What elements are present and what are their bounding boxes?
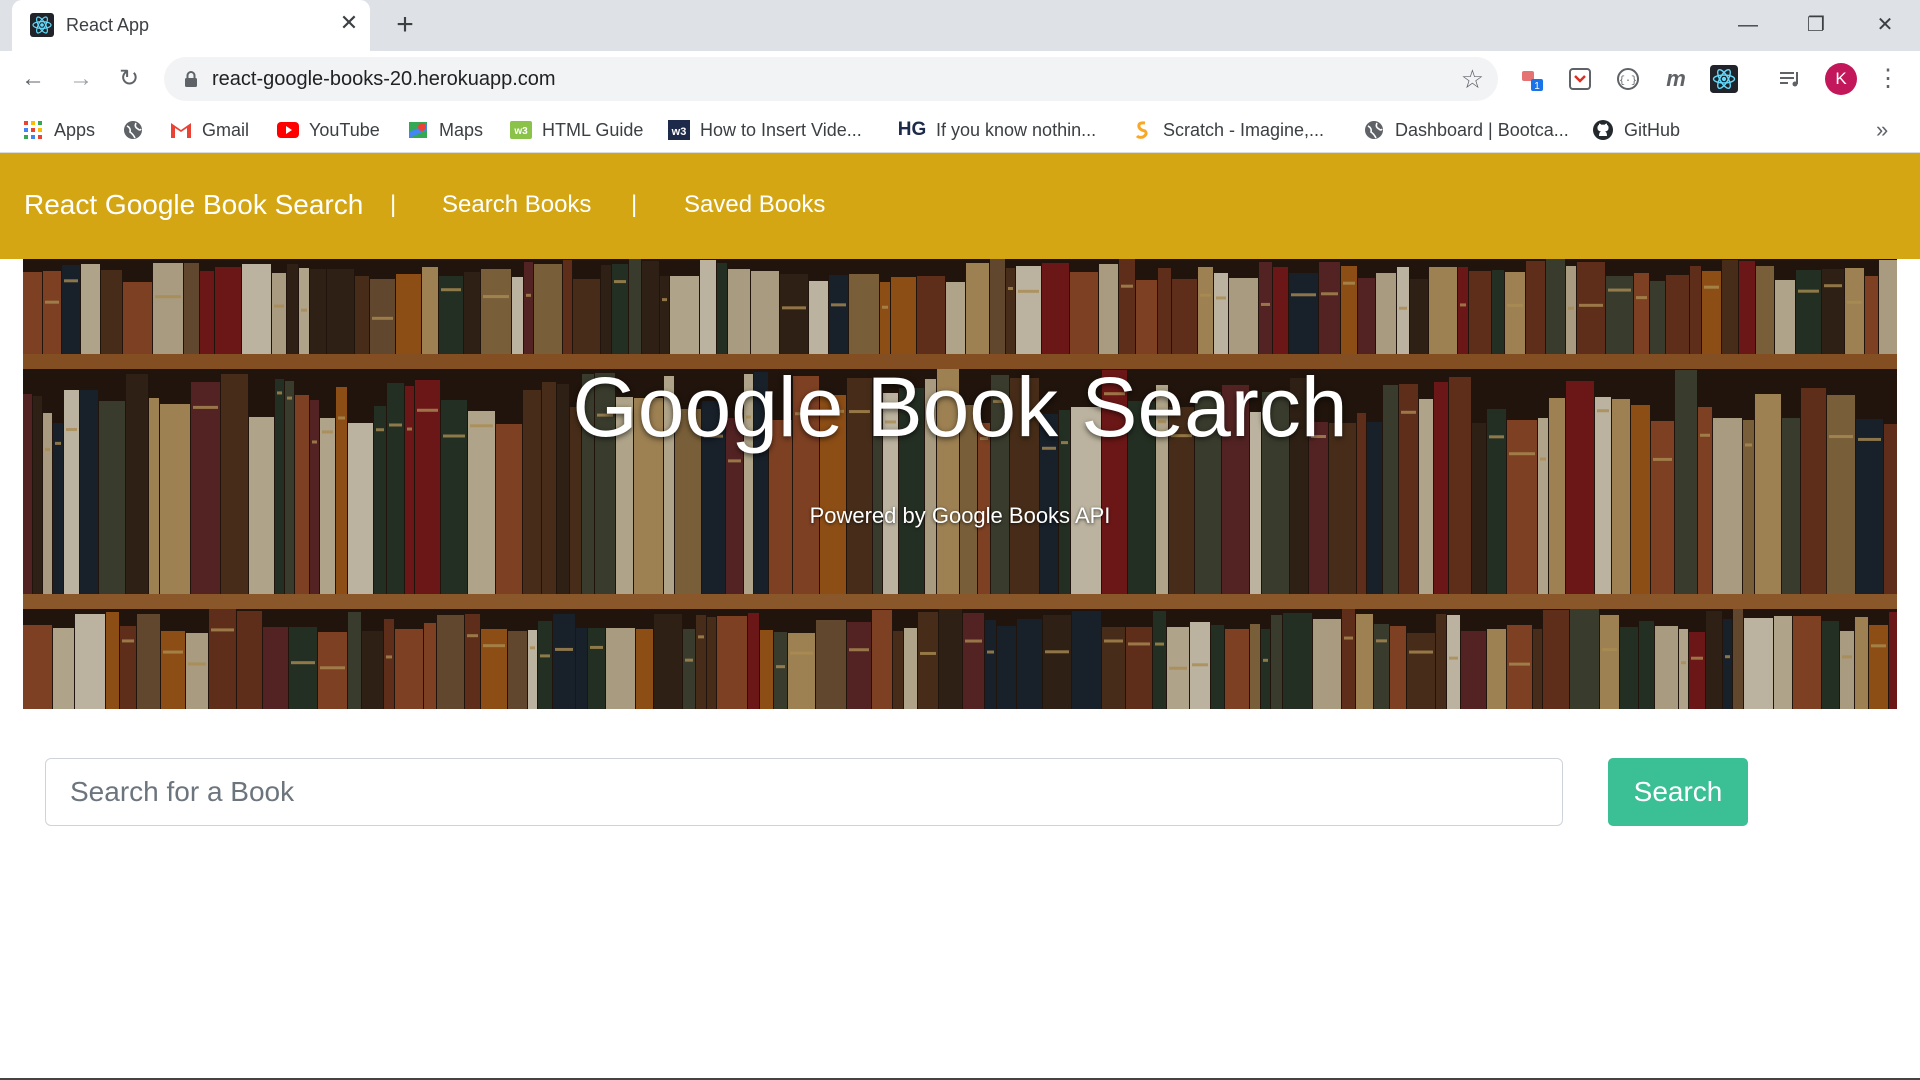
- code-extension-icon[interactable]: {·}: [1614, 65, 1642, 93]
- svg-text:1: 1: [1534, 81, 1540, 92]
- pocket-icon[interactable]: [1566, 65, 1594, 93]
- svg-text:w3: w3: [513, 126, 528, 137]
- w3schools-icon: w3: [668, 119, 690, 141]
- bookmark-scratch[interactable]: Scratch - Imagine,...: [1131, 115, 1324, 145]
- bookmark-github[interactable]: GitHub: [1592, 115, 1680, 145]
- globe-icon: [1363, 119, 1385, 141]
- bookmark-label: Scratch - Imagine,...: [1163, 119, 1325, 140]
- bookmark-html-guide[interactable]: w3 HTML Guide: [510, 115, 643, 145]
- maps-icon: [407, 119, 429, 141]
- bookmark-apps[interactable]: Apps: [22, 115, 95, 145]
- bookmark-label: If you know nothin...: [936, 119, 1097, 140]
- back-icon[interactable]: ←: [18, 64, 48, 94]
- bookmark-label: Maps: [439, 119, 484, 140]
- bookmark-insert-video[interactable]: w3 How to Insert Vide...: [668, 115, 862, 145]
- url-text[interactable]: react-google-books-20.herokuapp.com: [212, 68, 556, 91]
- bookmark-label: HTML Guide: [542, 119, 644, 140]
- bookmark-label: How to Insert Vide...: [700, 119, 862, 140]
- app-navbar: React Google Book Search | Search Books …: [0, 153, 1920, 259]
- apps-grid-icon: [22, 119, 44, 141]
- react-devtools-icon[interactable]: [1710, 65, 1738, 93]
- bookmark-label: Gmail: [202, 119, 250, 140]
- nav-separator: |: [390, 191, 397, 218]
- search-input[interactable]: [45, 758, 1563, 826]
- hero-jumbotron: Google Book Search Powered by Google Boo…: [23, 259, 1897, 709]
- tab-title: React App: [66, 15, 150, 35]
- browser-tab-strip: React App ✕ + — ❐ ✕: [0, 0, 1920, 51]
- address-bar[interactable]: react-google-books-20.herokuapp.com ☆: [164, 57, 1498, 101]
- globe-icon: [122, 119, 144, 141]
- bookmark-youtube[interactable]: YouTube: [277, 115, 380, 145]
- minimize-button[interactable]: —: [1733, 10, 1763, 40]
- search-button[interactable]: Search: [1608, 758, 1748, 826]
- nav-link-search-books[interactable]: Search Books: [442, 191, 591, 219]
- bookshelf-background-image: [23, 259, 1897, 709]
- youtube-icon: [277, 119, 299, 141]
- profile-avatar[interactable]: K: [1825, 63, 1857, 95]
- lock-icon: [185, 71, 197, 87]
- bookmark-star-icon[interactable]: ☆: [1461, 64, 1484, 94]
- bookmark-label: YouTube: [309, 119, 380, 140]
- scratch-icon: [1131, 119, 1153, 141]
- browser-toolbar: ← → ↻ react-google-books-20.herokuapp.co…: [0, 51, 1920, 107]
- menu-kebab-icon[interactable]: ⋮: [1876, 63, 1900, 95]
- forward-icon[interactable]: →: [66, 64, 96, 94]
- bookmark-maps[interactable]: Maps: [407, 115, 483, 145]
- bookmarks-bar: Apps Gmail YouTube Maps w3 HTML Guide w3…: [0, 107, 1920, 153]
- hero-title: Google Book Search: [572, 360, 1348, 454]
- new-tab-button[interactable]: +: [390, 10, 420, 40]
- gmail-icon: [170, 119, 192, 141]
- svg-text:{·}: {·}: [1619, 75, 1637, 87]
- bookmark-label: Apps: [54, 119, 96, 140]
- svg-text:w3: w3: [671, 126, 687, 138]
- bookmark-label: Dashboard | Bootca...: [1395, 119, 1569, 140]
- nav-separator: |: [631, 191, 638, 218]
- more-bookmarks-icon[interactable]: »: [1876, 115, 1888, 145]
- bookmark-dashboard[interactable]: Dashboard | Bootca...: [1363, 115, 1569, 145]
- github-icon: [1592, 119, 1614, 141]
- bookmark-gmail[interactable]: Gmail: [170, 115, 249, 145]
- bookmark-hg[interactable]: HG If you know nothin...: [898, 115, 1096, 145]
- bookmark-globe[interactable]: [122, 115, 154, 145]
- react-icon: [30, 13, 54, 37]
- tab-close-icon[interactable]: ✕: [338, 12, 360, 34]
- restore-button[interactable]: ❐: [1801, 10, 1831, 40]
- navbar-brand[interactable]: React Google Book Search: [24, 189, 363, 221]
- hero-subtitle: Powered by Google Books API: [809, 503, 1111, 528]
- browser-tab[interactable]: React App ✕: [12, 0, 370, 51]
- hg-icon: HG: [897, 119, 927, 140]
- media-control-icon[interactable]: [1776, 65, 1804, 93]
- w3-icon: w3: [510, 119, 532, 141]
- reload-icon[interactable]: ↻: [114, 64, 144, 94]
- close-window-button[interactable]: ✕: [1870, 10, 1900, 40]
- extension-icon[interactable]: 1: [1519, 65, 1547, 93]
- bookmark-label: GitHub: [1624, 119, 1681, 140]
- nav-link-saved-books[interactable]: Saved Books: [684, 191, 825, 219]
- m-extension-icon[interactable]: m: [1662, 65, 1690, 93]
